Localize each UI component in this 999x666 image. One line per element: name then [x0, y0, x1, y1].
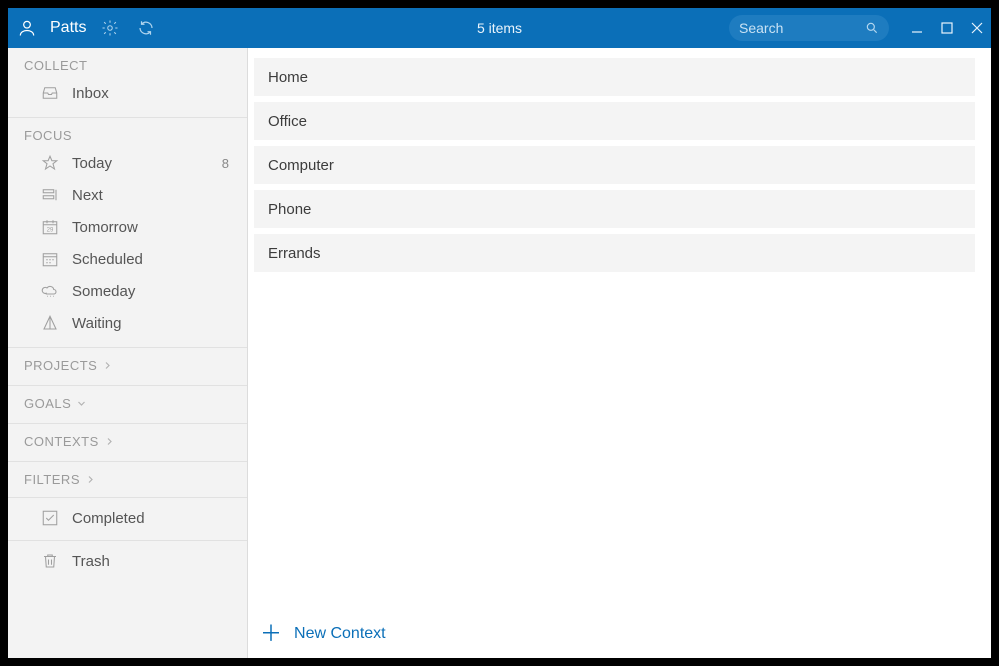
sidebar-item-label: Inbox [72, 85, 231, 102]
search-input[interactable] [739, 20, 857, 36]
list-item-label: Computer [268, 157, 334, 174]
section-header-contexts[interactable]: CONTEXTS [8, 434, 247, 453]
sidebar-item-trash[interactable]: Trash [8, 540, 247, 577]
list-item-label: Home [268, 69, 308, 86]
list-item[interactable]: Office [254, 102, 975, 140]
sidebar-item-label: Tomorrow [72, 219, 231, 236]
new-context-label: New Context [294, 625, 386, 643]
sidebar-item-someday[interactable]: Someday [8, 275, 247, 307]
search-icon [865, 21, 879, 35]
list-item-label: Errands [268, 245, 321, 262]
context-list: Home Office Computer Phone Errands [248, 48, 991, 272]
username-label[interactable]: Patts [50, 19, 86, 37]
sidebar-item-label: Today [72, 155, 210, 172]
sidebar-item-label: Scheduled [72, 251, 231, 268]
sidebar-item-scheduled[interactable]: Scheduled [8, 243, 247, 275]
sidebar-item-completed[interactable]: Completed [8, 497, 247, 534]
sidebar-item-label: Waiting [72, 315, 231, 332]
window-maximize-button[interactable] [941, 22, 953, 34]
check-icon [40, 508, 60, 528]
sidebar-item-label: Trash [72, 553, 231, 570]
app-window: Patts 5 items [0, 0, 999, 666]
new-context-button[interactable]: ＋ New Context [248, 608, 991, 658]
sidebar-item-waiting[interactable]: Waiting [8, 307, 247, 339]
sidebar-item-inbox[interactable]: Inbox [8, 77, 247, 109]
trash-icon [40, 551, 60, 571]
section-header-collect[interactable]: COLLECT [8, 58, 247, 77]
sync-icon[interactable] [134, 16, 158, 40]
list-item-label: Phone [268, 201, 311, 218]
cloud-icon [40, 281, 60, 301]
chevron-right-icon [105, 437, 114, 446]
section-header-goals[interactable]: GOALS [8, 396, 247, 415]
list-item[interactable]: Phone [254, 190, 975, 228]
sidebar-item-label: Completed [72, 510, 231, 527]
list-item[interactable]: Home [254, 58, 975, 96]
section-header-focus[interactable]: FOCUS [8, 128, 247, 147]
list-item[interactable]: Computer [254, 146, 975, 184]
window-close-button[interactable] [971, 22, 983, 34]
topbar: Patts 5 items [8, 8, 991, 48]
sidebar-item-today[interactable]: Today 8 [8, 147, 247, 179]
star-icon [40, 153, 60, 173]
sidebar: COLLECT Inbox FOCUS [8, 48, 248, 658]
list-item-label: Office [268, 113, 307, 130]
section-header-projects[interactable]: PROJECTS [8, 358, 247, 377]
section-header-filters[interactable]: FILTERS [8, 472, 247, 491]
calendar-icon: 29 [40, 217, 60, 237]
chevron-right-icon [86, 475, 95, 484]
plus-icon: ＋ [260, 623, 282, 645]
sidebar-item-tomorrow[interactable]: 29 Tomorrow [8, 211, 247, 243]
svg-text:29: 29 [47, 228, 54, 234]
sidebar-item-next[interactable]: Next [8, 179, 247, 211]
window-minimize-button[interactable] [911, 22, 923, 34]
inbox-icon [40, 83, 60, 103]
list-item[interactable]: Errands [254, 234, 975, 272]
sidebar-item-label: Next [72, 187, 231, 204]
waiting-icon [40, 313, 60, 333]
today-count-badge: 8 [222, 156, 231, 171]
chevron-down-icon [77, 399, 86, 408]
user-icon[interactable] [16, 17, 38, 39]
settings-icon[interactable] [98, 16, 122, 40]
chevron-right-icon [103, 361, 112, 370]
next-icon [40, 185, 60, 205]
search-box[interactable] [729, 15, 889, 41]
sidebar-item-label: Someday [72, 283, 231, 300]
schedule-icon [40, 249, 60, 269]
main-panel: Home Office Computer Phone Errands ＋ New… [248, 48, 991, 658]
